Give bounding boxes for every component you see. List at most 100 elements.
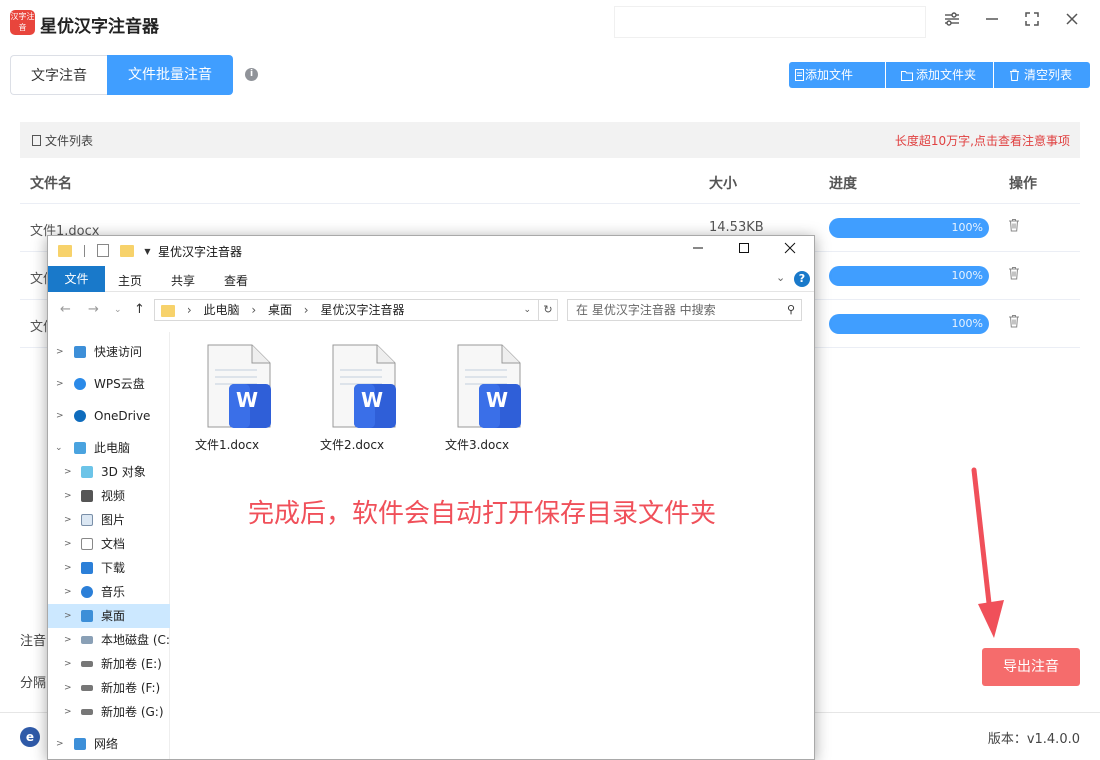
clear-list-button[interactable]: 清空列表 bbox=[994, 62, 1090, 88]
recent-locations-chevron-icon[interactable]: ⌄ bbox=[114, 305, 122, 315]
file-name-label: 文件1.docx bbox=[194, 438, 260, 452]
sidebar-item-this-pc[interactable]: ⌄ 此电脑 bbox=[48, 436, 170, 460]
breadcrumb-desktop[interactable]: 桌面 bbox=[268, 303, 292, 317]
file-icon bbox=[794, 62, 805, 91]
sidebar-item-drive-c[interactable]: > 本地磁盘 (C:) bbox=[48, 628, 170, 652]
file-item-docx[interactable]: W 文件3.docx bbox=[429, 340, 525, 460]
explorer-titlebar: ▼ 星优汉字注音器 bbox=[48, 236, 814, 266]
add-folder-button[interactable]: 添加文件夹 bbox=[886, 62, 993, 88]
delete-row-trash-icon[interactable] bbox=[1008, 218, 1022, 234]
word-document-icon bbox=[207, 344, 271, 428]
close-icon[interactable] bbox=[1060, 10, 1084, 34]
delete-row-trash-icon[interactable] bbox=[1008, 314, 1022, 330]
export-pinyin-button[interactable]: 导出注音 bbox=[982, 648, 1080, 686]
instruction-annotation: 完成后，软件会自动打开保存目录文件夹 bbox=[248, 499, 717, 529]
video-icon bbox=[81, 490, 93, 502]
column-progress: 进度 bbox=[829, 176, 857, 192]
sidebar-item-downloads[interactable]: > 下载 bbox=[48, 556, 170, 580]
folder-icon bbox=[58, 244, 72, 257]
progress-label: 100% bbox=[951, 221, 983, 234]
refresh-icon[interactable]: ↻ bbox=[538, 299, 558, 321]
sidebar-item-desktop[interactable]: > 桌面 bbox=[48, 604, 170, 628]
breadcrumb-app-folder[interactable]: 星优汉字注音器 bbox=[320, 303, 404, 317]
sidebar-item-drive-g[interactable]: > 新加卷 (G:) bbox=[48, 700, 170, 724]
separator-option-label: 分隔 bbox=[20, 676, 47, 691]
ribbon-tab-home[interactable]: 主页 bbox=[118, 272, 142, 289]
folder-icon bbox=[901, 62, 913, 91]
ribbon-tab-file[interactable]: 文件 bbox=[48, 266, 105, 292]
disk-icon bbox=[81, 685, 93, 691]
sidebar-item-wps-cloud[interactable]: > WPS云盘 bbox=[48, 372, 170, 396]
brand-logo-icon[interactable]: e bbox=[20, 727, 40, 747]
quick-access-toolbar: ▼ bbox=[58, 243, 150, 257]
sidebar-item-quick-access[interactable]: > 快速访问 bbox=[48, 340, 170, 364]
sidebar-item-drive-e[interactable]: > 新加卷 (E:) bbox=[48, 652, 170, 676]
file-list-header: 文件列表 长度超10万字,点击查看注意事项 bbox=[20, 122, 1080, 158]
word-badge: W bbox=[486, 388, 509, 412]
tab-text-pinyin[interactable]: 文字注音 bbox=[10, 55, 107, 95]
back-arrow-icon[interactable]: ← bbox=[60, 302, 71, 317]
title-bar-blank-field bbox=[614, 6, 926, 38]
cloud-icon bbox=[74, 378, 86, 390]
document-icon bbox=[81, 538, 93, 550]
ribbon-tab-view[interactable]: 查看 bbox=[224, 272, 248, 289]
add-file-label: 添加文件 bbox=[805, 68, 854, 82]
length-notice-link[interactable]: 长度超10万字,点击查看注意事项 bbox=[895, 132, 1070, 149]
maximize-icon[interactable] bbox=[1020, 10, 1044, 34]
app-logo-icon: 汉字注音 bbox=[10, 10, 35, 35]
ribbon-tab-share[interactable]: 共享 bbox=[171, 272, 195, 289]
address-bar[interactable]: › 此电脑 › 桌面 › 星优汉字注音器 ⌄ bbox=[154, 299, 558, 321]
sidebar-item-onedrive[interactable]: > OneDrive bbox=[48, 404, 170, 428]
version-label: 版本：v1.4.0.0 bbox=[987, 732, 1080, 747]
forward-arrow-icon[interactable]: → bbox=[88, 302, 99, 317]
file-item-docx[interactable]: W 文件1.docx bbox=[179, 340, 275, 460]
pointer-arrow-icon bbox=[971, 467, 1004, 638]
search-placeholder: 在 星优汉字注音器 中搜索 bbox=[576, 303, 716, 317]
progress-bar: 100% bbox=[829, 314, 989, 334]
properties-icon[interactable] bbox=[96, 244, 109, 257]
word-document-icon bbox=[332, 344, 396, 428]
qat-dropdown-icon[interactable]: ▼ bbox=[144, 247, 150, 256]
progress-bar: 100% bbox=[829, 218, 989, 238]
column-filename: 文件名 bbox=[30, 176, 72, 192]
row-size: 14.53KB bbox=[709, 220, 764, 235]
explorer-close-icon[interactable] bbox=[780, 240, 800, 260]
explorer-search-input[interactable]: 在 星优汉字注音器 中搜索 ⚲ bbox=[567, 299, 802, 321]
sidebar-item-network[interactable]: > 网络 bbox=[48, 732, 170, 756]
new-folder-icon[interactable] bbox=[120, 244, 135, 257]
sidebar-item-music[interactable]: > 音乐 bbox=[48, 580, 170, 604]
explorer-navigation-bar: ← → ⌄ ↑ › 此电脑 › 桌面 › 星优汉字注音器 ⌄ ↻ 在 星优汉字注… bbox=[48, 292, 814, 328]
cube-icon bbox=[81, 466, 93, 478]
disk-icon bbox=[81, 709, 93, 715]
up-arrow-icon[interactable]: ↑ bbox=[134, 302, 145, 317]
file-name-label: 文件2.docx bbox=[319, 438, 385, 452]
file-list-title: 文件列表 bbox=[32, 132, 93, 149]
sidebar-item-pictures[interactable]: > 图片 bbox=[48, 508, 170, 532]
add-folder-label: 添加文件夹 bbox=[916, 68, 977, 82]
info-icon[interactable]: i bbox=[245, 68, 258, 81]
sidebar-item-3d-objects[interactable]: > 3D 对象 bbox=[48, 460, 170, 484]
explorer-content-pane: W 文件1.docx W 文件2.docx W 文件3.docx bbox=[171, 332, 814, 759]
disk-icon bbox=[81, 636, 93, 644]
sidebar-item-videos[interactable]: > 视频 bbox=[48, 484, 170, 508]
word-document-icon bbox=[457, 344, 521, 428]
address-dropdown-icon[interactable]: ⌄ bbox=[523, 300, 531, 320]
download-icon bbox=[81, 562, 93, 574]
music-icon bbox=[81, 586, 93, 598]
ribbon-expand-chevron-icon[interactable]: ⌄ bbox=[776, 271, 785, 284]
settings-sliders-icon[interactable] bbox=[940, 10, 964, 34]
delete-row-trash-icon[interactable] bbox=[1008, 266, 1022, 282]
explorer-title: 星优汉字注音器 bbox=[158, 245, 243, 259]
add-file-button[interactable]: 添加文件 bbox=[789, 62, 885, 88]
explorer-maximize-icon[interactable] bbox=[734, 240, 754, 260]
navigation-pane: > 快速访问 > WPS云盘 > OneDrive ⌄ 此电脑 > 3D 对象 … bbox=[48, 332, 170, 759]
help-icon[interactable]: ? bbox=[794, 271, 810, 287]
sidebar-item-drive-f[interactable]: > 新加卷 (F:) bbox=[48, 676, 170, 700]
minimize-icon[interactable] bbox=[980, 10, 1004, 34]
explorer-minimize-icon[interactable] bbox=[688, 240, 708, 260]
ribbon-tabs: 文件 主页 共享 查看 ⌄ ? bbox=[48, 266, 814, 292]
file-item-docx[interactable]: W 文件2.docx bbox=[304, 340, 400, 460]
breadcrumb-this-pc[interactable]: 此电脑 bbox=[203, 303, 239, 317]
tab-batch-pinyin[interactable]: 文件批量注音 bbox=[107, 55, 233, 95]
sidebar-item-documents[interactable]: > 文档 bbox=[48, 532, 170, 556]
